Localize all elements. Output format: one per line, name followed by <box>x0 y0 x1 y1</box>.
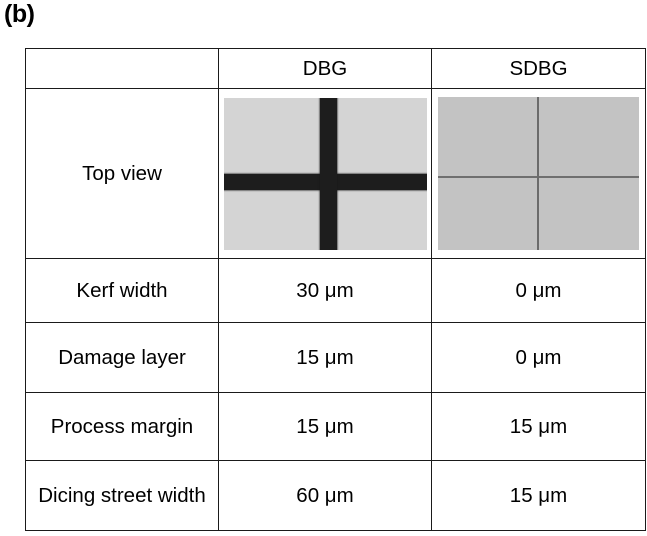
header-cell-blank <box>25 48 219 89</box>
cell-dbg-top-view <box>218 88 432 259</box>
dbg-vertical-street <box>319 97 337 250</box>
value-dbg-damage-layer: 15 μm <box>218 322 432 393</box>
value-sdbg-damage-layer: 0 μm <box>431 322 646 393</box>
header-cell-sdbg: SDBG <box>431 48 646 89</box>
table-row: Damage layer 15 μm 0 μm <box>25 322 646 393</box>
value-sdbg-process-margin: 15 μm <box>431 392 646 461</box>
row-label-damage-layer: Damage layer <box>25 322 219 393</box>
sdbg-vertical-street <box>537 97 540 250</box>
figure-label: (b) <box>4 0 35 28</box>
table-row: Kerf width 30 μm 0 μm <box>25 258 646 323</box>
cell-sdbg-top-view <box>431 88 646 259</box>
value-dbg-dicing-street-width: 60 μm <box>218 460 432 531</box>
table-header-row: DBG SDBG <box>25 48 646 89</box>
value-sdbg-dicing-street-width: 15 μm <box>431 460 646 531</box>
sdbg-top-view-micrograph <box>438 97 639 250</box>
row-label-kerf-width: Kerf width <box>25 258 219 323</box>
table-row: Process margin 15 μm 15 μm <box>25 392 646 461</box>
figure-panel: (b) DBG SDBG Top view Kerf width 30 μm 0… <box>0 0 647 536</box>
value-dbg-kerf-width: 30 μm <box>218 258 432 323</box>
value-sdbg-kerf-width: 0 μm <box>431 258 646 323</box>
value-dbg-process-margin: 15 μm <box>218 392 432 461</box>
row-label-top-view: Top view <box>25 88 219 259</box>
row-label-process-margin: Process margin <box>25 392 219 461</box>
comparison-table: DBG SDBG Top view Kerf width 30 μm 0 μm … <box>25 48 646 531</box>
table-row: Top view <box>25 88 646 259</box>
header-cell-dbg: DBG <box>218 48 432 89</box>
dbg-top-view-micrograph <box>223 97 427 250</box>
row-label-dicing-street-width: Dicing street width <box>25 460 219 531</box>
table-row: Dicing street width 60 μm 15 μm <box>25 460 646 531</box>
